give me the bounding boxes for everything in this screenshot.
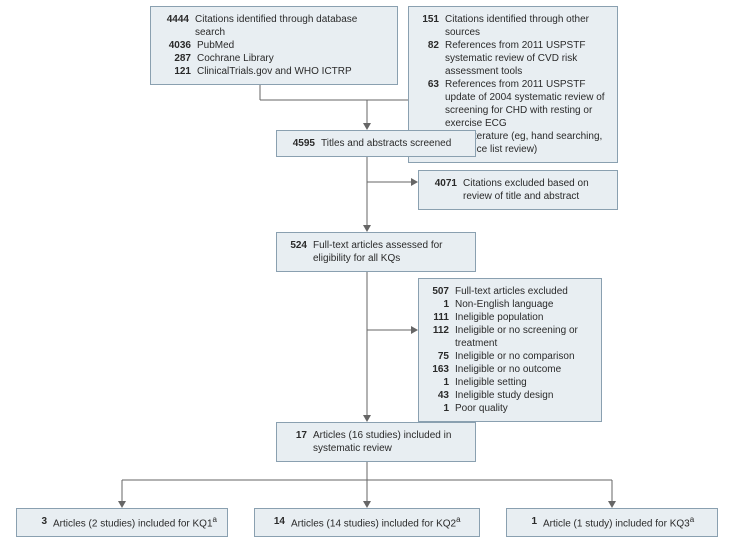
label: Articles (2 studies) included for KQ1a: [53, 515, 219, 530]
box-fulltext-excluded: 507 Full-text articles excluded 1 Non-Engl…: [418, 278, 602, 422]
label: Articles (16 studies) included in system…: [313, 429, 467, 455]
count: 1: [515, 515, 537, 530]
count: 17: [285, 429, 307, 455]
label: Ineligible setting: [455, 376, 593, 389]
label: Citations identified through other sourc…: [445, 13, 609, 39]
count: 151: [417, 13, 439, 39]
count: 14: [263, 515, 285, 530]
label: Ineligible or no comparison: [455, 350, 593, 363]
count: 4595: [285, 137, 315, 150]
box-fulltext-assessed: 524 Full-text articles assessed for eligi…: [276, 232, 476, 272]
box-kq1: 3 Articles (2 studies) included for KQ1a: [16, 508, 228, 537]
label: PubMed: [197, 39, 389, 52]
count: 1: [427, 402, 449, 415]
label: Ineligible or no screening or treatment: [455, 324, 593, 350]
label: Full-text articles assessed for eligibil…: [313, 239, 467, 265]
label: Citations excluded based on review of ti…: [463, 177, 609, 203]
count: 1: [427, 376, 449, 389]
box-excluded-title-abstract: 4071Citations excluded based on review o…: [418, 170, 618, 210]
count: 82: [417, 39, 439, 78]
label: References from 2011 USPSTF update of 20…: [445, 78, 609, 130]
label: Full-text articles excluded: [455, 285, 593, 298]
box-screened: 4595 Titles and abstracts screened: [276, 130, 476, 157]
label: Titles and abstracts screened: [321, 137, 467, 150]
count: 63: [417, 78, 439, 130]
label: Ineligible or no outcome: [455, 363, 593, 376]
label: Article (1 study) included for KQ3a: [543, 515, 709, 530]
count: 4444: [159, 13, 189, 39]
label: Non-English language: [455, 298, 593, 311]
box-db-search: 4444Citations identified through databas…: [150, 6, 398, 85]
label: Poor quality: [455, 402, 593, 415]
count: 121: [163, 65, 191, 78]
label: ClinicalTrials.gov and WHO ICTRP: [197, 65, 389, 78]
label: Articles (14 studies) included for KQ2a: [291, 515, 471, 530]
box-kq3: 1 Article (1 study) included for KQ3a: [506, 508, 718, 537]
box-kq2: 14 Articles (14 studies) included for KQ2…: [254, 508, 480, 537]
count: 112: [427, 324, 449, 350]
count: 4071: [427, 177, 457, 203]
count: 75: [427, 350, 449, 363]
count: 1: [427, 298, 449, 311]
label: Cochrane Library: [197, 52, 389, 65]
box-included: 17Articles (16 studies) included in syst…: [276, 422, 476, 462]
count: 43: [427, 389, 449, 402]
count: 524: [285, 239, 307, 265]
count: 111: [427, 311, 449, 324]
label: Ineligible population: [455, 311, 593, 324]
label: Citations identified through database se…: [195, 13, 389, 39]
label: Ineligible study design: [455, 389, 593, 402]
count: 163: [427, 363, 449, 376]
count: 287: [163, 52, 191, 65]
label: References from 2011 USPSTF systematic r…: [445, 39, 609, 78]
count: 507: [427, 285, 449, 298]
count: 3: [25, 515, 47, 530]
count: 4036: [163, 39, 191, 52]
